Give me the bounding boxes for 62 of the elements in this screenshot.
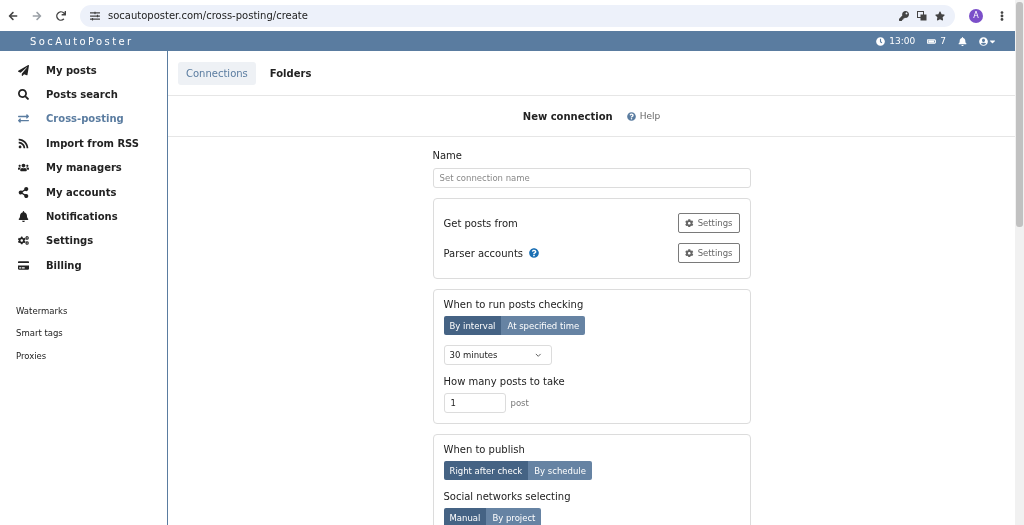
paper-plane-icon [18,64,32,76]
sidebar-item[interactable]: Notifications [0,204,167,229]
brand-name: SocAutoPoster [30,35,135,47]
clock-icon [876,36,886,46]
sidebar-item[interactable]: My managers [0,155,167,180]
site-settings-icon[interactable] [90,10,100,21]
sidebar-link[interactable]: Smart tags [16,328,167,342]
segment-button[interactable]: By schedule [528,461,592,480]
segment-button[interactable]: At specified time [501,316,586,335]
sidebar-item[interactable]: Billing [0,253,167,278]
translate-icon[interactable] [917,10,927,21]
page-title: New connection [522,110,613,122]
arrows-icon [18,113,32,125]
reload-icon[interactable] [56,10,66,21]
section-label: Social networks selecting [443,491,572,502]
sidebar-item[interactable]: Import from RSS [0,131,167,156]
settings-icon [18,235,32,247]
row-label: Parser accounts [443,247,524,259]
bell-icon[interactable] [958,36,967,46]
section-label: When to publish [443,444,526,455]
star-icon[interactable] [935,10,945,21]
gear-icon [685,218,694,228]
sidebar-item[interactable]: Posts search [0,82,167,107]
user-menu-icon[interactable] [979,36,997,46]
segment-button[interactable]: By interval [443,316,502,335]
sidebar-link[interactable]: Proxies [16,350,167,364]
section-label: When to run posts checking [443,299,585,310]
help-icon [626,111,636,121]
row-label: Get posts from [443,217,518,229]
unit-label: post [510,398,529,408]
key-icon[interactable] [899,10,909,21]
segment-button[interactable]: By project [486,508,542,525]
segment-button[interactable]: Right after check [443,461,529,480]
sidebar-item[interactable]: My accounts [0,179,167,205]
field-label: Name [432,150,463,161]
settings-button[interactable]: Settings [678,243,740,263]
time-indicator: 13:00 [876,36,916,46]
sidebar-item[interactable]: Settings [0,228,167,254]
count-input[interactable]: 1 [443,393,506,413]
battery-icon [927,36,937,46]
balance-indicator: 7 [927,36,946,46]
credit-card-icon [18,259,32,271]
section-label: How many posts to take [443,376,566,387]
sidebar-link[interactable]: Watermarks [16,305,167,319]
scrollbar[interactable] [1015,0,1024,525]
name-input[interactable]: Set connection name [432,168,751,188]
sidebar-item[interactable]: My posts [0,58,167,83]
sidebar-item[interactable]: Cross-posting [0,106,167,132]
settings-button[interactable]: Settings [678,213,740,233]
tab[interactable]: Connections [178,61,256,85]
gear-icon [685,248,694,258]
back-icon[interactable] [8,10,18,21]
interval-select[interactable]: 30 minutes [443,345,552,365]
help-link[interactable]: Help [626,111,661,121]
help-icon[interactable] [529,248,540,258]
segment-button[interactable]: Manual [443,508,487,525]
tab[interactable]: Folders [261,61,320,85]
search-icon [18,89,32,101]
users-icon [18,162,32,174]
address-bar[interactable]: socautoposter.com/cross-posting/create [80,4,955,27]
profile-avatar[interactable]: A [969,8,983,23]
url-text: socautoposter.com/cross-posting/create [108,10,309,21]
